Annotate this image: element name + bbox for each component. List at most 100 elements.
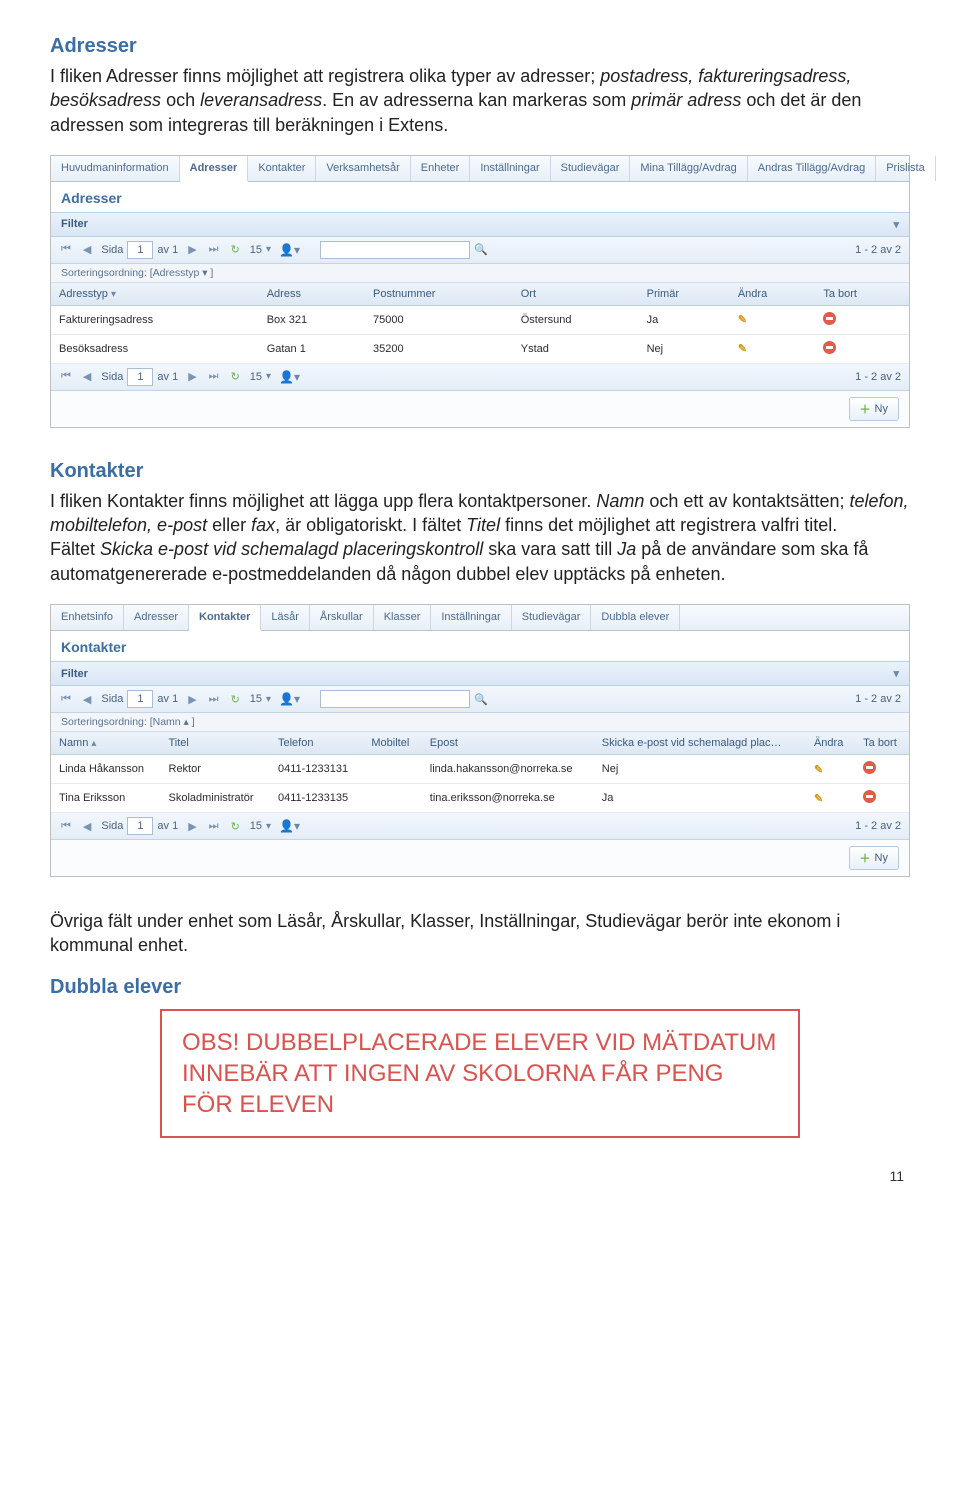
tab-enheter[interactable]: Enheter xyxy=(411,156,471,181)
search-icon[interactable]: 🔍 xyxy=(474,243,488,256)
next-page-icon[interactable]: ▶ xyxy=(186,693,198,706)
pager-toolbar-top: ⏮ ◀ Sida 1 av 1 ▶ ⏭ ↻ 15▾ 👤▾ 🔍 1 - 2 av … xyxy=(51,237,909,264)
col-adress[interactable]: Adress xyxy=(259,283,365,306)
section-heading-dubbla: Dubbla elever xyxy=(50,976,910,999)
per-page[interactable]: 15 xyxy=(250,244,262,256)
tab-kontakter[interactable]: Kontakter xyxy=(248,156,316,181)
record-count: 1 - 2 av 2 xyxy=(855,693,901,705)
prev-page-icon[interactable]: ◀ xyxy=(81,243,93,256)
chevron-down-icon[interactable]: ▾ xyxy=(893,218,899,231)
sort-row: Sorteringsordning: [Adresstyp ▾ ] xyxy=(51,264,909,283)
panel-title: Adresser xyxy=(51,182,909,212)
first-page-icon[interactable]: ⏮ xyxy=(59,243,73,256)
search-input[interactable] xyxy=(320,690,470,708)
filter-bar[interactable]: Filter ▾ xyxy=(51,661,909,686)
col-mobiltel[interactable]: Mobiltel xyxy=(363,732,421,755)
section-para-ovriga: Övriga fält under enhet som Läsår, Årsku… xyxy=(50,909,910,958)
first-page-icon[interactable]: ⏮ xyxy=(59,370,73,383)
refresh-icon[interactable]: ↻ xyxy=(229,370,242,383)
refresh-icon[interactable]: ↻ xyxy=(229,693,242,706)
tab-prislista[interactable]: Prislista xyxy=(876,156,936,181)
sort-row: Sorteringsordning: [Namn ▴ ] xyxy=(51,713,909,732)
edit-icon[interactable]: ✎ xyxy=(738,314,747,326)
tab-dubbla-elever[interactable]: Dubbla elever xyxy=(591,605,680,630)
tab-adresser[interactable]: Adresser xyxy=(180,156,249,182)
table-row[interactable]: Besöksadress Gatan 1 35200 Ystad Nej ✎ xyxy=(51,334,909,363)
page-input[interactable]: 1 xyxy=(127,817,153,835)
col-primar[interactable]: Primär xyxy=(639,283,730,306)
section-para-kontakter: I fliken Kontakter finns möjlighet att l… xyxy=(50,489,910,586)
delete-icon[interactable] xyxy=(863,761,876,774)
tab-arskullar[interactable]: Årskullar xyxy=(310,605,374,630)
tab-kontakter[interactable]: Kontakter xyxy=(189,605,261,631)
table-row[interactable]: Tina Eriksson Skoladministratör 0411-123… xyxy=(51,784,909,813)
screenshot-adresser: Huvudmaninformation Adresser Kontakter V… xyxy=(50,155,910,428)
col-namn[interactable]: Namn ▴ xyxy=(51,732,161,755)
person-icon[interactable]: 👤▾ xyxy=(279,819,300,833)
person-icon[interactable]: 👤▾ xyxy=(279,692,300,706)
tab-strip: Huvudmaninformation Adresser Kontakter V… xyxy=(51,156,909,182)
delete-icon[interactable] xyxy=(823,341,836,354)
record-count: 1 - 2 av 2 xyxy=(855,244,901,256)
tab-andras-tillagg[interactable]: Andras Tillägg/Avdrag xyxy=(748,156,876,181)
col-telefon[interactable]: Telefon xyxy=(270,732,363,755)
col-ort[interactable]: Ort xyxy=(513,283,639,306)
page-input[interactable]: 1 xyxy=(127,368,153,386)
tab-huvudman[interactable]: Huvudmaninformation xyxy=(51,156,180,181)
edit-icon[interactable]: ✎ xyxy=(814,793,823,805)
delete-icon[interactable] xyxy=(863,790,876,803)
page-input[interactable]: 1 xyxy=(127,241,153,259)
delete-icon[interactable] xyxy=(823,312,836,325)
last-page-icon[interactable]: ⏭ xyxy=(207,693,221,706)
tab-installningar[interactable]: Inställningar xyxy=(431,605,511,630)
tab-installningar[interactable]: Inställningar xyxy=(470,156,550,181)
tab-studievagar[interactable]: Studievägar xyxy=(551,156,631,181)
tab-klasser[interactable]: Klasser xyxy=(374,605,432,630)
col-tabort: Ta bort xyxy=(815,283,909,306)
col-skicka[interactable]: Skicka e-post vid schemalagd plac… xyxy=(594,732,806,755)
last-page-icon[interactable]: ⏭ xyxy=(207,370,221,383)
page-number: 11 xyxy=(50,1168,910,1184)
prev-page-icon[interactable]: ◀ xyxy=(81,370,93,383)
refresh-icon[interactable]: ↻ xyxy=(229,243,242,256)
last-page-icon[interactable]: ⏭ xyxy=(207,243,221,256)
col-titel[interactable]: Titel xyxy=(161,732,270,755)
address-table: Adresstyp ▾ Adress Postnummer Ort Primär… xyxy=(51,283,909,364)
first-page-icon[interactable]: ⏮ xyxy=(59,820,73,833)
prev-page-icon[interactable]: ◀ xyxy=(81,693,93,706)
tab-adresser[interactable]: Adresser xyxy=(124,605,189,630)
edit-icon[interactable]: ✎ xyxy=(814,764,823,776)
tab-verksamhetsar[interactable]: Verksamhetsår xyxy=(316,156,410,181)
table-row[interactable]: Linda Håkansson Rektor 0411-1233131 lind… xyxy=(51,755,909,784)
new-button[interactable]: ＋Ny xyxy=(849,397,899,421)
prev-page-icon[interactable]: ◀ xyxy=(81,820,93,833)
person-icon[interactable]: 👤▾ xyxy=(279,370,300,384)
first-page-icon[interactable]: ⏮ xyxy=(59,693,73,706)
page-input[interactable]: 1 xyxy=(127,690,153,708)
next-page-icon[interactable]: ▶ xyxy=(186,370,198,383)
tab-strip: Enhetsinfo Adresser Kontakter Läsår Årsk… xyxy=(51,605,909,631)
chevron-down-icon[interactable]: ▾ xyxy=(893,667,899,680)
edit-icon[interactable]: ✎ xyxy=(738,343,747,355)
col-adresstyp[interactable]: Adresstyp ▾ xyxy=(51,283,259,306)
col-epost[interactable]: Epost xyxy=(422,732,594,755)
tab-studievagar[interactable]: Studievägar xyxy=(512,605,592,630)
col-tabort: Ta bort xyxy=(855,732,909,755)
tab-lasar[interactable]: Läsår xyxy=(261,605,310,630)
refresh-icon[interactable]: ↻ xyxy=(229,820,242,833)
tab-enhetsinfo[interactable]: Enhetsinfo xyxy=(51,605,124,630)
next-page-icon[interactable]: ▶ xyxy=(186,820,198,833)
table-row[interactable]: Faktureringsadress Box 321 75000 Östersu… xyxy=(51,305,909,334)
person-icon[interactable]: 👤▾ xyxy=(279,243,300,257)
search-input[interactable] xyxy=(320,241,470,259)
search-icon[interactable]: 🔍 xyxy=(474,693,488,706)
new-button[interactable]: ＋Ny xyxy=(849,846,899,870)
next-page-icon[interactable]: ▶ xyxy=(186,243,198,256)
tab-mina-tillagg[interactable]: Mina Tillägg/Avdrag xyxy=(630,156,747,181)
filter-bar[interactable]: Filter ▾ xyxy=(51,212,909,237)
col-andra: Ändra xyxy=(806,732,855,755)
last-page-icon[interactable]: ⏭ xyxy=(207,820,221,833)
col-postnummer[interactable]: Postnummer xyxy=(365,283,513,306)
section-para-adresser: I fliken Adresser finns möjlighet att re… xyxy=(50,64,910,137)
record-count: 1 - 2 av 2 xyxy=(855,371,901,383)
